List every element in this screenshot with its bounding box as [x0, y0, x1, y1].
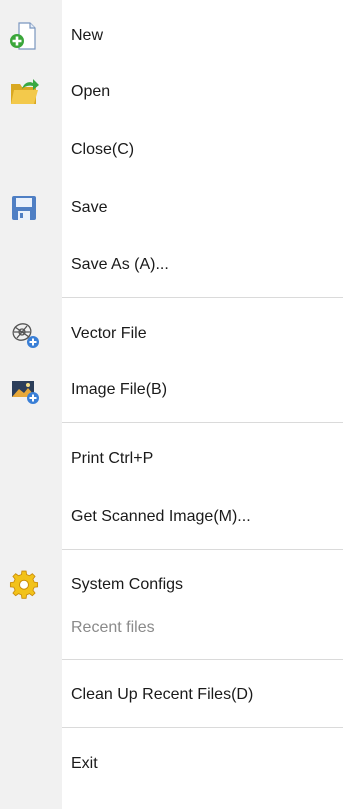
menu-item-label: Save [71, 199, 108, 216]
menu-separator [62, 297, 343, 298]
menu-item-label: Image File(B) [71, 381, 168, 398]
open-folder-icon [8, 76, 40, 108]
save-disk-icon [8, 192, 40, 224]
menu-item-save-as[interactable]: Save As (A)... [0, 237, 343, 293]
menu-item-label: New [71, 27, 104, 44]
menu-separator [62, 659, 343, 660]
menu-item-open[interactable]: Open [0, 64, 343, 120]
menu-item-close[interactable]: Close(C) [0, 122, 343, 178]
new-file-icon [8, 20, 40, 52]
menu-item-label: Print Ctrl+P [71, 450, 154, 467]
menu-item-label: Get Scanned Image(M)... [71, 508, 251, 525]
menu-item-label: Close(C) [71, 141, 135, 158]
menu-item-label: Open [71, 83, 111, 100]
menu-item-image-file[interactable]: Image File(B) [0, 362, 343, 418]
menu-separator [62, 727, 343, 728]
menu-item-label: Exit [71, 755, 98, 772]
menu-item-get-scanned-image[interactable]: Get Scanned Image(M)... [0, 489, 343, 545]
menu-item-label: Vector File [71, 325, 147, 342]
menu-separator [62, 549, 343, 550]
menu-item-print[interactable]: Print Ctrl+P [0, 431, 343, 487]
menu-item-vector-file[interactable]: Vector File [0, 306, 343, 362]
menu-item-clean-up-recent-files[interactable]: Clean Up Recent Files(D) [0, 667, 343, 723]
gear-icon [8, 569, 40, 601]
menu-item-save[interactable]: Save [0, 180, 343, 236]
menu-item-exit[interactable]: Exit [0, 736, 343, 792]
menu-separator [62, 422, 343, 423]
menu-item-recent-files: Recent files [0, 600, 343, 656]
vector-file-icon [8, 318, 40, 350]
menu-item-label: Recent files [71, 619, 155, 636]
menu-item-label: Clean Up Recent Files(D) [71, 686, 254, 703]
file-menu: New Open Close(C) Save Save As (A)... Ve… [0, 0, 343, 809]
image-file-icon [8, 374, 40, 406]
menu-item-label: Save As (A)... [71, 256, 169, 273]
menu-item-new[interactable]: New [0, 8, 343, 64]
